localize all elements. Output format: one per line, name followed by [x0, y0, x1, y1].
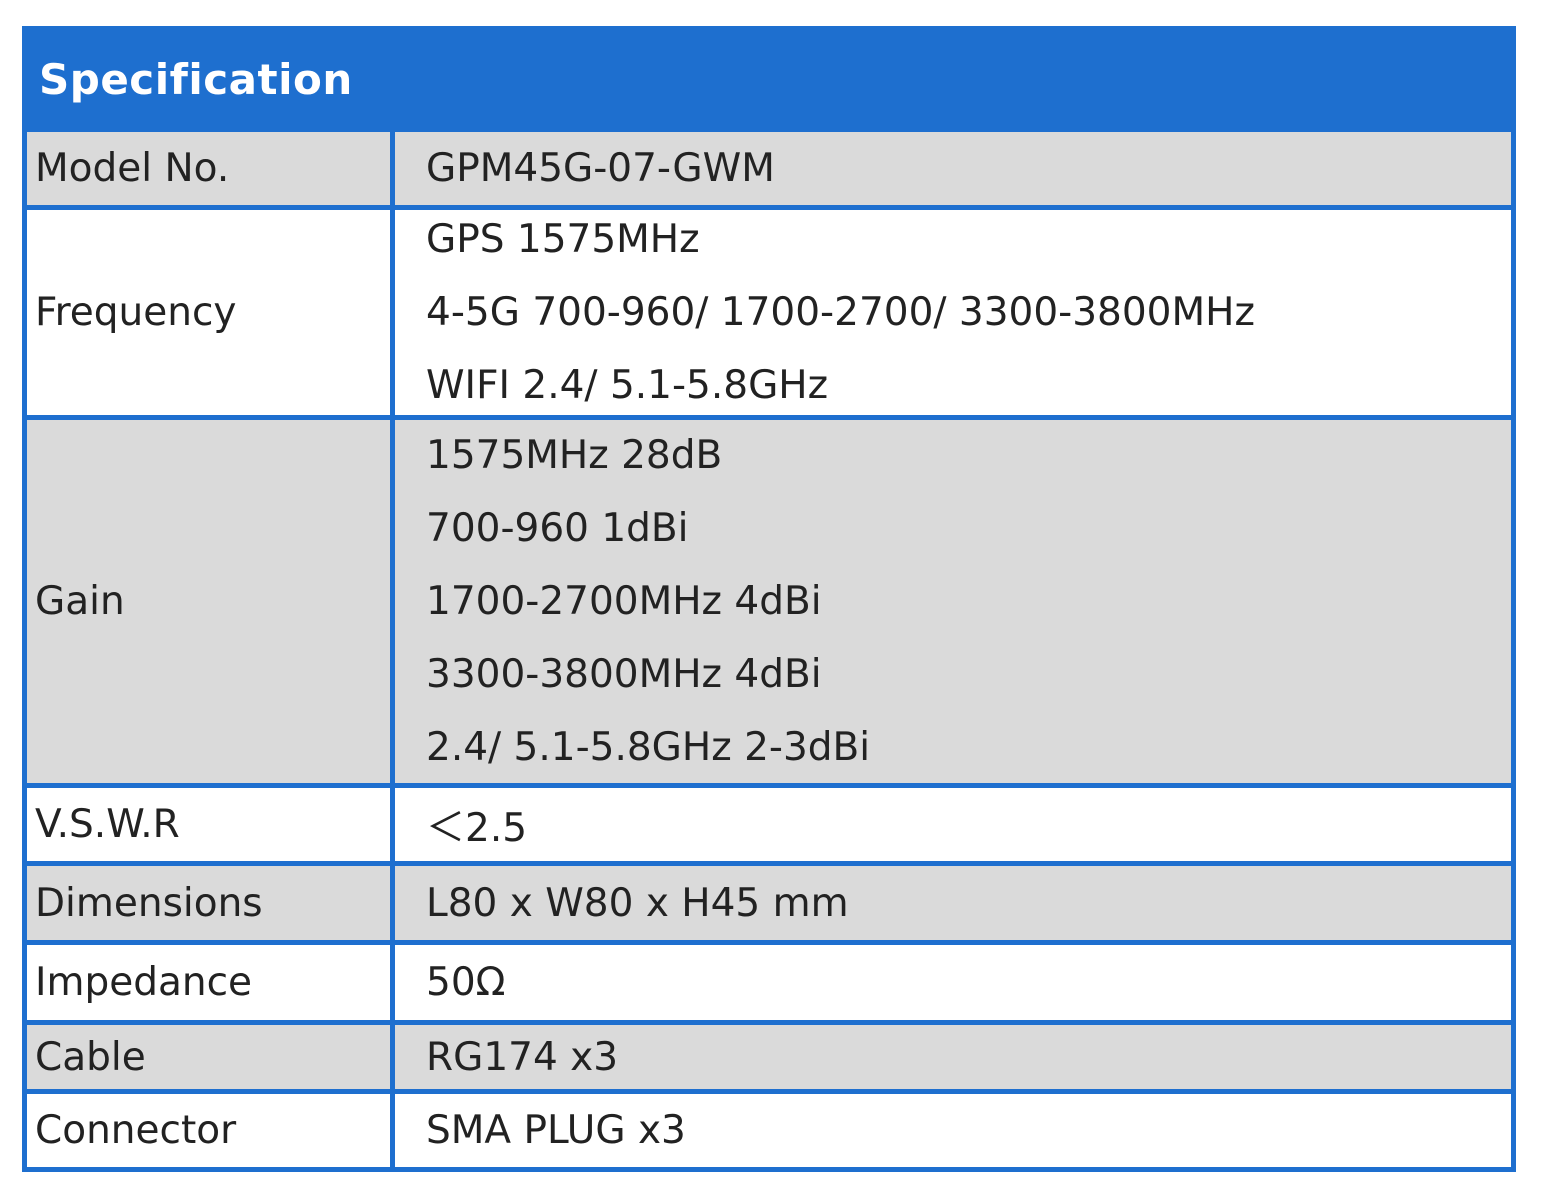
row-value: 1575MHz 28dB 700-960 1dBi 1700-2700MHz 4… [395, 420, 1511, 783]
row-value: GPM45G-07-GWM [395, 132, 1511, 205]
row-value: ＜2.5 [395, 788, 1511, 861]
value-line: 1575MHz 28dB [426, 433, 723, 478]
table-row-connector: Connector SMA PLUG x3 [27, 1089, 1511, 1167]
table-header: Specification [27, 31, 1511, 127]
value-line: 1700-2700MHz 4dBi [426, 579, 822, 624]
table-row-gain: Gain 1575MHz 28dB 700-960 1dBi 1700-2700… [27, 415, 1511, 783]
row-label: V.S.W.R [27, 788, 395, 861]
value-line: 2.4/ 5.1-5.8GHz 2-3dBi [426, 725, 871, 770]
row-label: Impedance [27, 945, 395, 1020]
value-line: RG174 x3 [426, 1034, 619, 1080]
table-row-vswr: V.S.W.R ＜2.5 [27, 783, 1511, 861]
row-value: GPS 1575MHz 4-5G 700-960/ 1700-2700/ 330… [395, 210, 1511, 415]
row-label: Gain [27, 420, 395, 783]
value-line: 3300-3800MHz 4dBi [426, 652, 822, 697]
row-label: Connector [27, 1094, 395, 1167]
value-line: 50Ω [426, 960, 506, 1005]
row-value: RG174 x3 [395, 1025, 1511, 1089]
table-row-frequency: Frequency GPS 1575MHz 4-5G 700-960/ 1700… [27, 205, 1511, 415]
value-line: 700-960 1dBi [426, 506, 689, 551]
row-value: 50Ω [395, 945, 1511, 1020]
specification-table: Specification Model No. GPM45G-07-GWM Fr… [22, 26, 1516, 1172]
row-label: Model No. [27, 132, 395, 205]
row-value: L80 x W80 x H45 mm [395, 866, 1511, 940]
value-line: WIFI 2.4/ 5.1-5.8GHz [426, 363, 829, 408]
table-row-model-no: Model No. GPM45G-07-GWM [27, 127, 1511, 205]
value-line: L80 x W80 x H45 mm [426, 880, 849, 926]
value-line: GPS 1575MHz [426, 217, 700, 262]
table-title: Specification [39, 54, 353, 104]
table-row-impedance: Impedance 50Ω [27, 940, 1511, 1020]
value-line: 4-5G 700-960/ 1700-2700/ 3300-3800MHz [426, 290, 1255, 335]
row-label: Dimensions [27, 866, 395, 940]
value-line: ＜2.5 [426, 805, 528, 851]
value-line: GPM45G-07-GWM [426, 146, 775, 191]
row-label: Frequency [27, 210, 395, 415]
row-value: SMA PLUG x3 [395, 1094, 1511, 1167]
table-row-cable: Cable RG174 x3 [27, 1020, 1511, 1089]
value-line: SMA PLUG x3 [426, 1108, 686, 1153]
row-label: Cable [27, 1025, 395, 1089]
table-row-dimensions: Dimensions L80 x W80 x H45 mm [27, 861, 1511, 940]
